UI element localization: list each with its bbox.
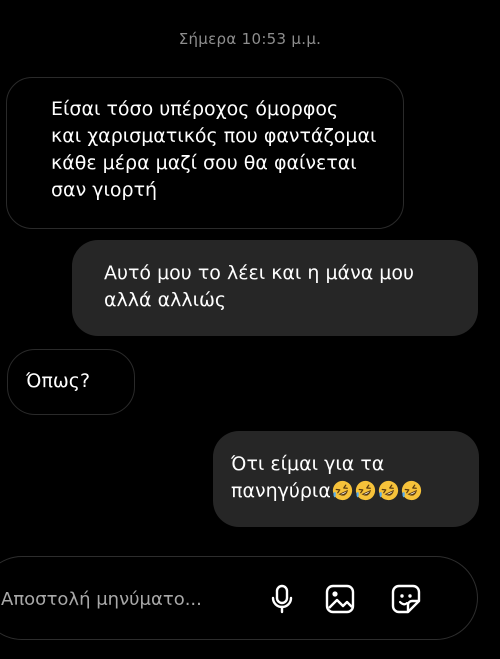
message-line: και χαρισματικός που φαντάζομαι (51, 125, 377, 147)
message-line: αλλά αλλιώς (104, 289, 227, 311)
message-line: κάθε μέρα μαζί σου θα φαίνεται (51, 152, 357, 174)
message-bubble-incoming[interactable]: Είσαι τόσο υπέροχος όμορφος και χαρισματ… (6, 77, 404, 229)
rolling-laughing-emoji-icon (401, 480, 421, 501)
message-bubble-outgoing[interactable]: Ότι είμαι για τα πανηγύρια (213, 431, 479, 527)
message-composer (0, 556, 478, 641)
rolling-laughing-emoji-icon (332, 480, 352, 501)
rolling-laughing-emoji-icon (355, 480, 375, 501)
message-line: πανηγύρια (231, 480, 331, 502)
message-line: Ότι είμαι για τα (231, 453, 385, 475)
message-line: σαν γιορτή (51, 179, 158, 201)
message-line: Είσαι τόσο υπέροχος όμορφος (51, 98, 339, 120)
message-bubble-incoming[interactable]: Όπως? (7, 349, 135, 415)
message-input[interactable] (0, 557, 255, 641)
gallery-icon[interactable] (324, 583, 356, 615)
sticker-icon[interactable] (390, 583, 422, 615)
rolling-laughing-emoji-icon (378, 480, 398, 501)
message-line: Όπως? (26, 370, 91, 392)
message-line-with-emoji: πανηγύρια (231, 478, 469, 505)
message-line: Αυτό μου το λέει και η μάνα μου (104, 262, 414, 284)
timestamp: Σήμερα 10:53 μ.μ. (178, 30, 322, 48)
microphone-icon[interactable] (266, 583, 298, 615)
emoji-row (332, 480, 422, 501)
message-bubble-outgoing[interactable]: Αυτό μου το λέει και η μάνα μου αλλά αλλ… (72, 240, 478, 336)
